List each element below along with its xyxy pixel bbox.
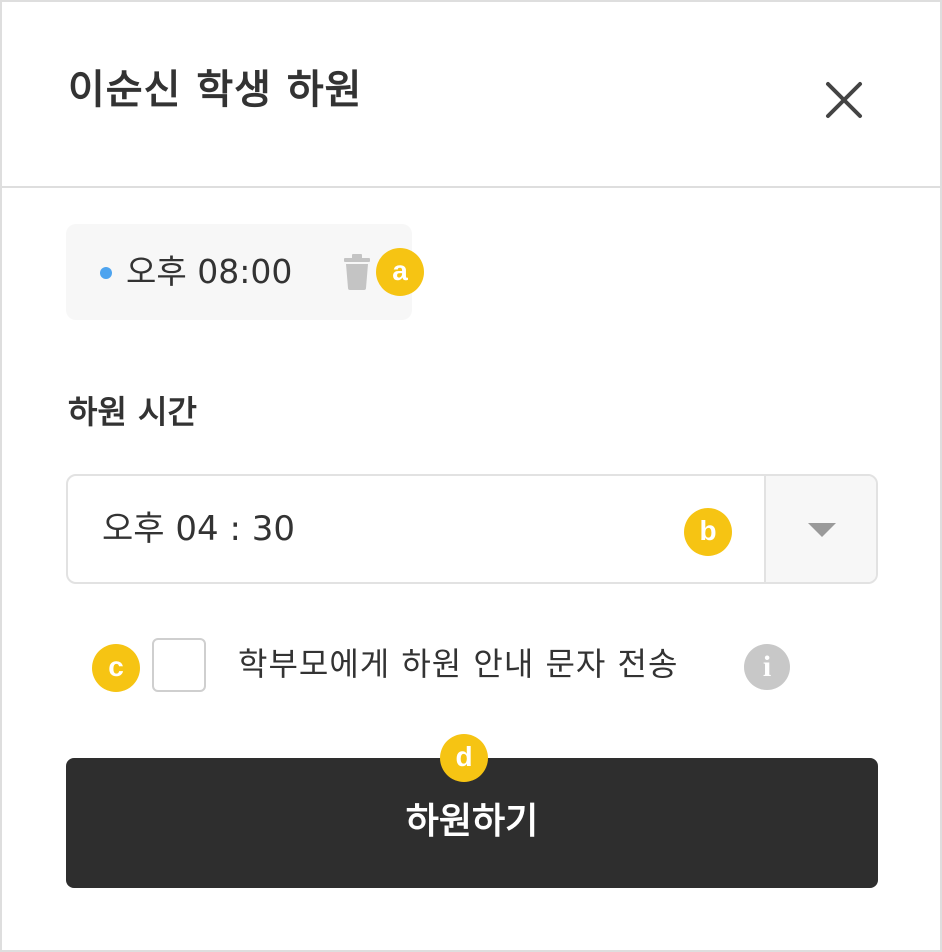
- dismissal-time-value: 오후 04 : 30: [102, 509, 295, 549]
- annotation-badge-a: a: [376, 248, 424, 296]
- dialog-title: 이순신 학생 하원: [68, 67, 363, 113]
- notify-parents-label: 학부모에게 하원 안내 문자 전송: [238, 645, 679, 683]
- annotation-badge-b: b: [684, 508, 732, 556]
- close-button[interactable]: [820, 76, 868, 124]
- schedule-time-chip: 오후 08:00: [66, 224, 412, 320]
- close-icon: [826, 82, 862, 118]
- notify-parents-checkbox[interactable]: [152, 638, 206, 692]
- caret-down-icon: [808, 523, 836, 537]
- status-dot: [100, 267, 112, 279]
- dismissal-dialog: 이순신 학생 하원 오후 08:00 a 하원 시간 오후 04 : 30 b …: [0, 0, 942, 952]
- dialog-header: 이순신 학생 하원: [2, 2, 940, 188]
- trash-icon: [344, 254, 370, 290]
- dropdown-toggle[interactable]: [764, 476, 876, 582]
- annotation-badge-c: c: [92, 644, 140, 692]
- annotation-badge-d: d: [440, 734, 488, 782]
- dismissal-time-label: 하원 시간: [68, 393, 197, 431]
- delete-time-button[interactable]: [342, 254, 372, 290]
- info-icon[interactable]: i: [744, 644, 790, 690]
- dismissal-time-select[interactable]: 오후 04 : 30: [66, 474, 878, 584]
- schedule-time-text: 오후 08:00: [126, 252, 293, 291]
